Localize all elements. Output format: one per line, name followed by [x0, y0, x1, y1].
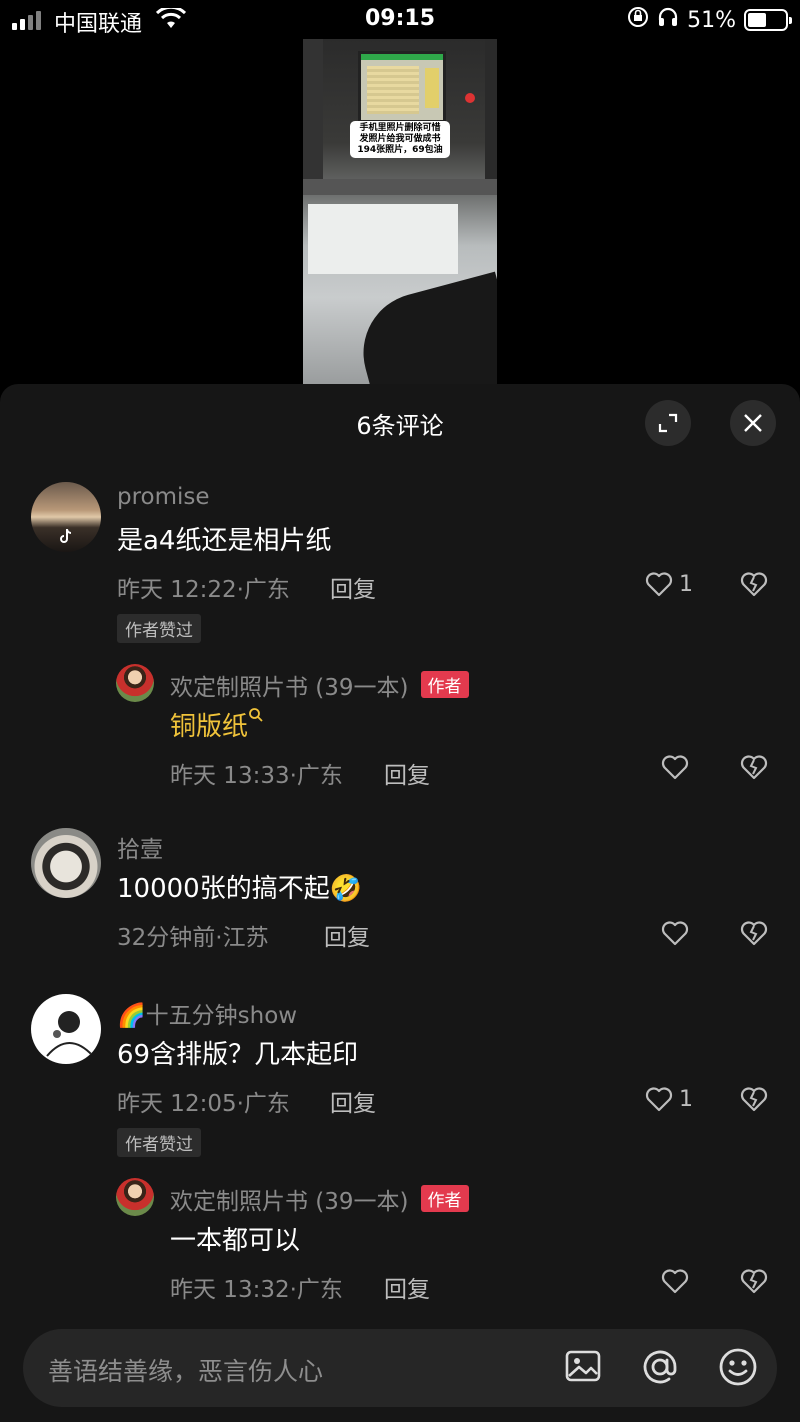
- comment-text: 是a4纸还是相片纸: [117, 526, 332, 556]
- battery-icon: [744, 9, 792, 31]
- machine-control-panel: [358, 51, 446, 123]
- like-button[interactable]: 1: [645, 571, 693, 597]
- emoji-icon: [719, 1348, 757, 1386]
- headphones-icon: [657, 6, 679, 34]
- broken-heart-icon: [740, 755, 768, 780]
- author-liked-tag: 作者赞过: [117, 1128, 201, 1157]
- avatar[interactable]: [31, 994, 101, 1064]
- avatar[interactable]: [116, 1178, 154, 1216]
- broken-heart-icon: [740, 1269, 768, 1294]
- author-liked-tag: 作者赞过: [117, 614, 201, 643]
- avatar[interactable]: [31, 482, 101, 552]
- dislike-button[interactable]: [740, 1268, 768, 1298]
- comment-input[interactable]: 善语结善缘，恶言伤人心: [23, 1329, 777, 1407]
- reply-button[interactable]: 回复: [330, 1084, 376, 1118]
- like-button[interactable]: [661, 920, 689, 946]
- reply-button[interactable]: 回复: [330, 570, 376, 604]
- battery-percent: 51%: [687, 7, 736, 33]
- heart-icon: [645, 572, 673, 597]
- at-icon: [643, 1350, 677, 1384]
- search-icon: [249, 708, 263, 722]
- comment-meta: 32分钟前·江苏: [117, 925, 269, 951]
- comment-text: 69含排版？几本起印: [117, 1040, 359, 1070]
- expand-button[interactable]: [645, 400, 691, 446]
- comment-input-placeholder: 善语结善缘，恶言伤人心: [48, 1357, 324, 1386]
- reply-button[interactable]: 回复: [324, 918, 370, 952]
- image-icon: [565, 1350, 601, 1382]
- reply-meta: 昨天 13:33·广东: [170, 763, 343, 789]
- comment-username[interactable]: 🌈十五分钟show: [117, 996, 297, 1030]
- broken-heart-icon: [740, 1087, 768, 1112]
- mention-button[interactable]: [639, 1346, 681, 1392]
- heart-icon: [661, 921, 689, 946]
- author-badge: 作者: [420, 671, 469, 698]
- close-icon: [744, 414, 762, 432]
- heart-icon: [661, 1269, 689, 1294]
- rotation-lock-icon: [627, 6, 649, 34]
- dislike-button[interactable]: [740, 571, 768, 601]
- reply-text[interactable]: 铜版纸: [170, 706, 264, 743]
- expand-icon: [658, 413, 678, 433]
- comment-input-bar: 善语结善缘，恶言伤人心: [0, 1314, 800, 1422]
- emoji-button[interactable]: [717, 1346, 759, 1392]
- like-button[interactable]: 1: [645, 1086, 693, 1112]
- like-button[interactable]: [661, 754, 689, 780]
- comment-text: 10000张的搞不起🤣: [117, 874, 363, 904]
- close-button[interactable]: [730, 400, 776, 446]
- avatar[interactable]: [31, 828, 101, 898]
- dislike-button[interactable]: [740, 1086, 768, 1116]
- comment-username[interactable]: promise: [117, 484, 210, 510]
- video-preview[interactable]: 手机里照片删除可惜 发照片给我可做成书 194张照片，69包油: [303, 39, 497, 384]
- avatar-sketch: [46, 1011, 94, 1057]
- status-bar: 中国联通 09:15 51%: [0, 0, 800, 40]
- like-button[interactable]: [661, 1268, 689, 1294]
- broken-heart-icon: [740, 572, 768, 597]
- like-count: 1: [679, 1086, 693, 1112]
- reply-username[interactable]: 欢定制照片书 (39一本) 作者: [170, 1182, 469, 1216]
- dislike-button[interactable]: [740, 920, 768, 950]
- author-badge: 作者: [420, 1185, 469, 1212]
- comment-meta: 昨天 12:05·广东: [117, 1091, 290, 1117]
- reply-username[interactable]: 欢定制照片书 (39一本) 作者: [170, 668, 469, 702]
- heart-icon: [645, 1087, 673, 1112]
- reply-button[interactable]: 回复: [384, 756, 430, 790]
- reply-text: 一本都可以: [170, 1226, 301, 1256]
- reply-meta: 昨天 13:32·广东: [170, 1277, 343, 1303]
- video-caption: 手机里照片删除可惜 发照片给我可做成书 194张照片，69包油: [350, 121, 450, 158]
- reply-button[interactable]: 回复: [384, 1270, 430, 1304]
- like-count: 1: [679, 571, 693, 597]
- tiktok-icon: [60, 528, 72, 543]
- broken-heart-icon: [740, 921, 768, 946]
- comment-sheet: 6条评论 promise 是a4纸还是相片纸 昨天 12:22·广东 回复 1 …: [0, 384, 800, 1314]
- comment-meta: 昨天 12:22·广东: [117, 577, 290, 603]
- comment-username[interactable]: 拾壹: [117, 830, 163, 864]
- avatar[interactable]: [116, 664, 154, 702]
- dislike-button[interactable]: [740, 754, 768, 784]
- heart-icon: [661, 755, 689, 780]
- image-button[interactable]: [563, 1346, 603, 1390]
